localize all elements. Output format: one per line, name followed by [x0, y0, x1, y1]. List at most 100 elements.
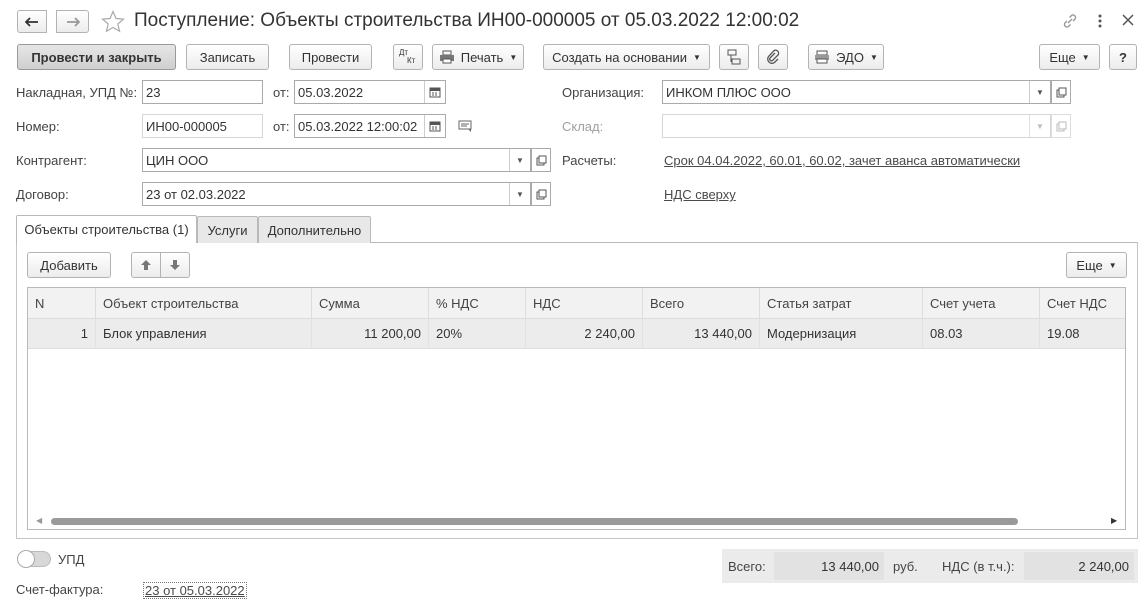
tab-additional[interactable]: Дополнительно — [258, 216, 371, 243]
calendar-icon[interactable] — [424, 81, 445, 103]
column-header-total[interactable]: Всего — [643, 288, 760, 318]
table-row[interactable]: 1 Блок управления 11 200,00 20% 2 240,00… — [28, 319, 1125, 349]
tab-label: Дополнительно — [267, 222, 362, 238]
cell-account[interactable]: 08.03 — [923, 319, 1040, 348]
create-based-on-button[interactable]: Создать на основании ▼ — [543, 44, 710, 70]
number-input[interactable]: ИН00-000005 — [142, 114, 263, 138]
post-button[interactable]: Провести — [289, 44, 372, 70]
chevron-down-icon[interactable]: ▼ — [509, 149, 530, 171]
cell-object[interactable]: Блок управления — [96, 319, 312, 348]
scroll-left-icon[interactable]: ◀ — [36, 516, 42, 525]
open-contract-button[interactable] — [531, 182, 551, 206]
table-more-button[interactable]: Еще ▼ — [1066, 252, 1127, 278]
counterparty-value: ЦИН ООО — [146, 152, 209, 168]
number-label: Номер: — [16, 119, 60, 134]
upd-toggle-knob — [17, 550, 35, 568]
calendar-icon[interactable] — [424, 115, 445, 137]
forward-button[interactable] — [56, 10, 89, 33]
attach-button[interactable] — [758, 44, 788, 70]
open-counterparty-button[interactable] — [531, 148, 551, 172]
dt-kt-button[interactable]: Дт Кт — [393, 44, 423, 70]
chevron-down-icon: ▼ — [1029, 115, 1050, 137]
add-label: Добавить — [40, 257, 98, 273]
column-header-n[interactable]: N — [28, 288, 96, 318]
scrollbar-thumb[interactable] — [51, 518, 1018, 525]
doc-datetime-input[interactable]: 05.03.2022 12:00:02 — [294, 114, 446, 138]
column-header-object[interactable]: Объект строительства — [96, 288, 312, 318]
contract-input[interactable]: 23 от 02.03.2022 ▼ — [142, 182, 531, 206]
dt-kt-icon: Дт Кт — [398, 49, 418, 65]
column-header-vat-rate[interactable]: % НДС — [429, 288, 526, 318]
arrow-right-icon — [66, 16, 80, 27]
invoice-link[interactable]: 23 от 05.03.2022 — [143, 582, 247, 599]
back-button[interactable] — [17, 10, 47, 33]
doc-datetime-value: 05.03.2022 12:00:02 — [298, 118, 418, 134]
dropdown-arrow-icon: ▼ — [692, 52, 701, 62]
chevron-down-icon[interactable]: ▼ — [509, 183, 530, 205]
upd-toggle[interactable] — [17, 550, 51, 568]
dropdown-arrow-icon: ▼ — [1081, 52, 1090, 62]
open-window-icon — [536, 155, 546, 165]
settlements-link[interactable]: Срок 04.04.2022, 60.01, 60.02, зачет ава… — [664, 153, 1020, 168]
favorite-star-icon[interactable] — [101, 10, 125, 33]
dropdown-arrow-icon: ▼ — [869, 52, 878, 62]
tab-services[interactable]: Услуги — [197, 216, 258, 243]
cell-vat-rate[interactable]: 20% — [429, 319, 526, 348]
cell-total[interactable]: 13 440,00 — [643, 319, 760, 348]
add-row-button[interactable]: Добавить — [27, 252, 111, 278]
vat-link[interactable]: НДС сверху — [664, 187, 736, 202]
more-vertical-icon[interactable] — [1094, 13, 1106, 29]
totals-panel: Всего: 13 440,00 руб. НДС (в т.ч.): 2 24… — [722, 549, 1138, 583]
organization-label: Организация: — [562, 85, 645, 100]
move-up-button[interactable] — [131, 252, 161, 278]
print-button[interactable]: Печать ▼ — [432, 44, 524, 70]
open-organization-button[interactable] — [1051, 80, 1071, 104]
vat-total-label: НДС (в т.ч.): — [942, 559, 1015, 574]
more-label: Еще — [1076, 257, 1103, 273]
edo-button[interactable]: ЭДО ▼ — [808, 44, 884, 70]
invoice-date-input[interactable]: 05.03.2022 — [294, 80, 446, 104]
cell-sum[interactable]: 11 200,00 — [312, 319, 429, 348]
close-icon[interactable] — [1121, 13, 1135, 27]
scroll-right-icon[interactable]: ▶ — [1111, 516, 1117, 525]
items-table: N Объект строительства Сумма % НДС НДС В… — [27, 287, 1126, 530]
counterparty-input[interactable]: ЦИН ООО ▼ — [142, 148, 531, 172]
total-label: Всего: — [728, 559, 766, 574]
link-icon[interactable] — [1061, 12, 1079, 30]
vat-total-value: 2 240,00 — [1078, 559, 1129, 574]
save-button[interactable]: Записать — [186, 44, 269, 70]
tab-label: Услуги — [207, 222, 248, 238]
cell-vat[interactable]: 2 240,00 — [526, 319, 643, 348]
cell-vat-account[interactable]: 19.08 — [1040, 319, 1125, 348]
page-title: Поступление: Объекты строительства ИН00-… — [134, 10, 800, 31]
column-header-vat-account[interactable]: Счет НДС — [1040, 288, 1125, 318]
chevron-down-icon[interactable]: ▼ — [1029, 81, 1050, 103]
move-down-button[interactable] — [160, 252, 190, 278]
printer-icon — [439, 50, 454, 64]
dropdown-arrow-icon: ▼ — [509, 52, 518, 62]
more-label: Еще — [1049, 49, 1076, 65]
cell-n[interactable]: 1 — [28, 319, 96, 348]
tab-construction-objects[interactable]: Объекты строительства (1) — [16, 215, 197, 243]
structure-button[interactable] — [719, 44, 749, 70]
post-and-close-label: Провести и закрыть — [31, 49, 162, 65]
settlements-label: Расчеты: — [562, 153, 617, 168]
open-warehouse-button — [1051, 114, 1071, 138]
invoice-number-label: Накладная, УПД №: — [16, 85, 138, 100]
column-header-sum[interactable]: Сумма — [312, 288, 429, 318]
post-and-close-button[interactable]: Провести и закрыть — [17, 44, 176, 70]
column-header-account[interactable]: Счет учета — [923, 288, 1040, 318]
arrow-down-icon — [170, 260, 180, 270]
column-header-cost-item[interactable]: Статья затрат — [760, 288, 923, 318]
organization-input[interactable]: ИНКОМ ПЛЮС ООО ▼ — [662, 80, 1051, 104]
horizontal-scrollbar[interactable]: ◀ ▶ — [28, 514, 1125, 528]
arrow-up-icon — [141, 260, 151, 270]
help-button[interactable]: ? — [1109, 44, 1137, 70]
column-header-vat[interactable]: НДС — [526, 288, 643, 318]
create-based-on-label: Создать на основании — [552, 49, 687, 65]
edo-icon — [815, 50, 830, 64]
comment-icon[interactable] — [458, 119, 474, 133]
more-button[interactable]: Еще ▼ — [1039, 44, 1100, 70]
cell-cost-item[interactable]: Модернизация — [760, 319, 923, 348]
invoice-number-input[interactable]: 23 — [142, 80, 263, 104]
